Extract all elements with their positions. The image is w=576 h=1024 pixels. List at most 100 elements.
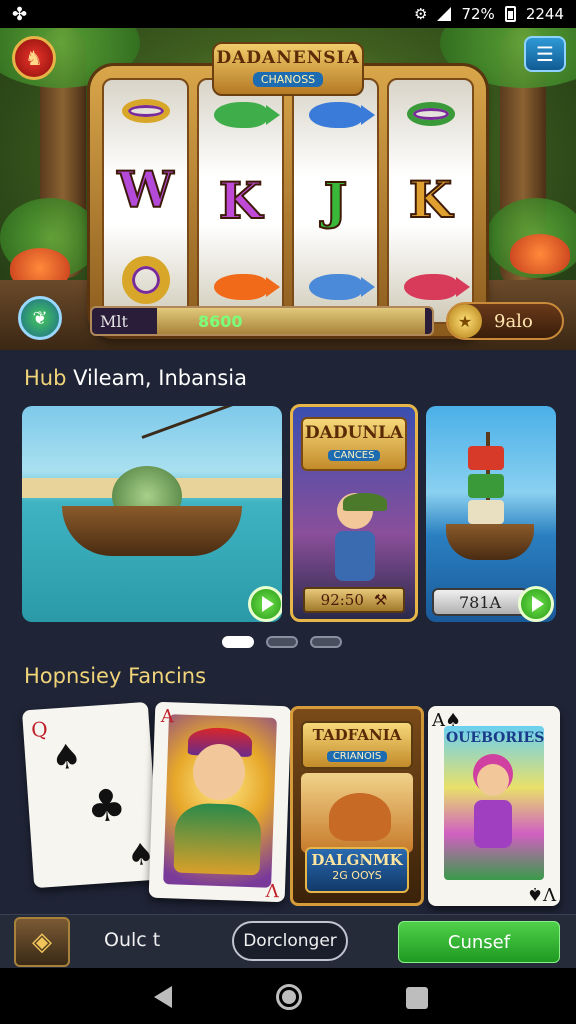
king-card[interactable]: A V: [148, 701, 292, 903]
menu-button[interactable]: ☰: [524, 36, 566, 72]
character-illustration: [327, 483, 387, 583]
pager-dot[interactable]: [266, 636, 298, 648]
section-title-accent: Hub: [24, 366, 67, 390]
tools-icon: ⚒: [373, 591, 388, 609]
diamond-icon: ◈: [32, 927, 52, 957]
club-icon: ♣: [85, 779, 129, 834]
primary-button[interactable]: Cunsef: [398, 921, 560, 963]
ship-game-card[interactable]: 781A: [426, 406, 556, 622]
card-banner-title: TADFANIA: [312, 726, 402, 744]
gem-bonus-button[interactable]: ❦: [18, 296, 62, 340]
section-title-rest: Vileam, Inbansia: [66, 366, 247, 390]
character-body: [335, 531, 375, 581]
fish-symbol: [213, 274, 280, 301]
clock: 2244: [525, 5, 564, 23]
fish-symbol: [308, 274, 375, 301]
game-poster-card[interactable]: TADFANIA CRIANOIS DALGNMK 2G OOYS: [290, 706, 424, 906]
carousel-pager: [222, 636, 342, 648]
card-banner-subtitle: CRIANOIS: [326, 751, 388, 762]
character-card[interactable]: OUEBORIES A♠ V♠: [428, 706, 560, 906]
status-icons: ⚙ 72% 2244: [414, 5, 564, 23]
battery-text: 72%: [461, 5, 495, 23]
card-banner: DADUNLA CANCES: [301, 417, 407, 471]
fishing-game-card[interactable]: [22, 406, 282, 622]
letter-symbol: K: [218, 170, 263, 231]
bottom-label: Oulc t: [104, 929, 161, 951]
fish-symbol: [308, 101, 375, 128]
character-hat: [343, 493, 387, 511]
card-plate: DALGNMK 2G OOYS: [305, 847, 409, 893]
slot-subtitle: CHANOSS: [252, 72, 324, 87]
character-illustration: [470, 764, 516, 854]
ship-sail: [468, 446, 504, 470]
pager-dot[interactable]: [310, 636, 342, 648]
reel-1: W: [102, 78, 189, 324]
signal-bars-icon: [437, 7, 452, 21]
ring-symbol: [406, 102, 455, 127]
reel-3: J: [292, 78, 379, 324]
section-title: Hopnsiey Fancins: [24, 664, 207, 688]
card-rank: V: [265, 878, 280, 901]
card-title: OUEBORIES: [446, 730, 545, 746]
recent-apps-icon[interactable]: [406, 987, 428, 1009]
bottom-action-bar: ◈ Oulc t Dorclonger Cunsef: [0, 914, 576, 968]
card-plate: 781A: [432, 588, 528, 616]
card-rank: V♠: [526, 883, 556, 904]
coin-icon: ★: [448, 304, 482, 338]
character-head: [337, 493, 387, 529]
app-notification-icon: ✤: [12, 3, 28, 25]
coin-value: 9alo: [494, 310, 533, 332]
card-plate-title: DALGNMK: [311, 851, 403, 869]
spade-icon: ♠: [49, 736, 84, 779]
gold-ring-symbol: [121, 98, 170, 123]
featured-game-card[interactable]: DADUNLA CANCES 92:50 ⚒: [290, 404, 418, 622]
settings-icon: ⚙: [414, 5, 428, 23]
reels: W K J K: [102, 78, 474, 324]
slot-machine[interactable]: W K J K: [90, 66, 486, 336]
play-button[interactable]: [248, 586, 282, 622]
slot-title: DADANENSIA: [216, 48, 360, 68]
progress-value: 8600: [197, 311, 243, 331]
coin-balance[interactable]: ★ 9alo: [446, 302, 564, 340]
card-banner-subtitle: CANCES: [327, 450, 381, 461]
section-title: Hub Vileam, Inbansia: [24, 366, 247, 390]
slot-hero: ♞ ☰ DADANENSIA CHANOSS W K J K ❦ Mlt 860…: [0, 28, 576, 350]
playing-card[interactable]: Q ♠ ♣ ♠: [21, 701, 161, 889]
card-plate-value: 92:50: [320, 591, 364, 609]
battery-icon: [504, 6, 516, 22]
slot-title-banner: DADANENSIA CHANOSS: [212, 42, 364, 96]
game-logo-button[interactable]: ♞: [12, 36, 56, 80]
card-plate-value: 781A: [458, 592, 502, 612]
system-nav-bar: [0, 968, 576, 1024]
fish-symbol: [213, 101, 280, 128]
card-plate: 92:50 ⚒: [303, 587, 405, 613]
home-tile-button[interactable]: ◈: [14, 917, 70, 967]
logo-icon: ♞: [25, 46, 43, 70]
list-menu-icon: ☰: [536, 42, 554, 66]
reel-4: K: [387, 78, 474, 324]
card-plate-subtitle: 2G OOYS: [332, 869, 382, 882]
letter-symbol: J: [323, 170, 349, 231]
character-robe: [173, 802, 262, 876]
fishing-rod: [141, 406, 282, 439]
card-banner-title: DADUNLA: [304, 423, 404, 443]
home-icon[interactable]: [276, 984, 302, 1010]
back-icon[interactable]: [154, 986, 172, 1008]
fish-symbol: [403, 273, 470, 300]
letter-symbol: K: [408, 169, 453, 230]
play-button[interactable]: [518, 586, 554, 622]
secondary-button[interactable]: Dorclonger: [232, 921, 348, 961]
card-banner: TADFANIA CRIANOIS: [301, 721, 413, 769]
xp-progress-bar: Mlt 8600: [90, 306, 434, 336]
flower: [510, 234, 570, 274]
gold-ring-symbol: [121, 255, 170, 304]
letter-symbol: W: [116, 159, 174, 220]
character-body: [474, 800, 512, 848]
progress-label: Mlt: [100, 311, 128, 331]
leaf-gem-icon: ❦: [32, 307, 48, 329]
boat-illustration: [62, 506, 242, 556]
card-rank: Q: [30, 716, 49, 742]
reel-2: K: [197, 78, 284, 324]
cat-illustration: [329, 793, 391, 841]
pager-dot[interactable]: [222, 636, 254, 648]
